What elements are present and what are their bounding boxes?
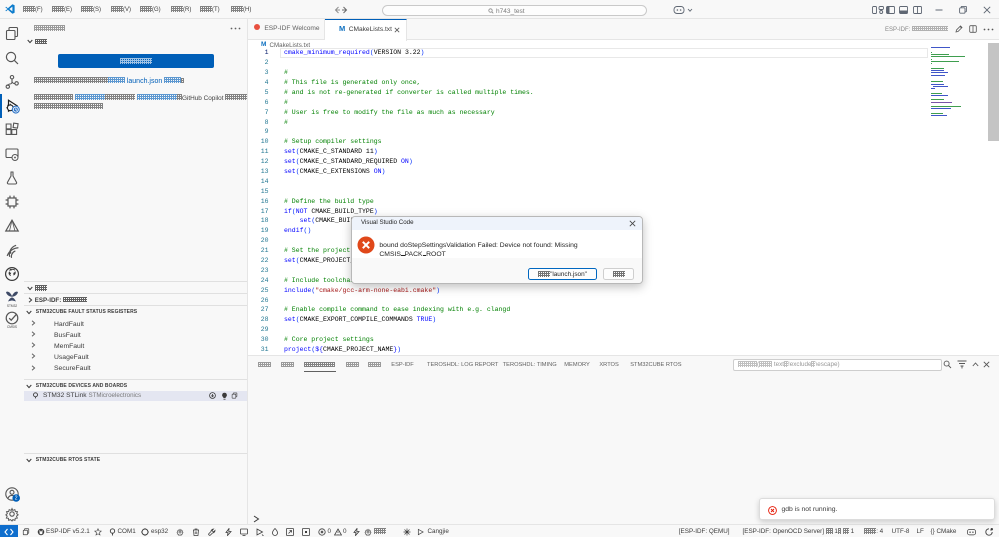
svg-text:2: 2 [15, 496, 18, 502]
